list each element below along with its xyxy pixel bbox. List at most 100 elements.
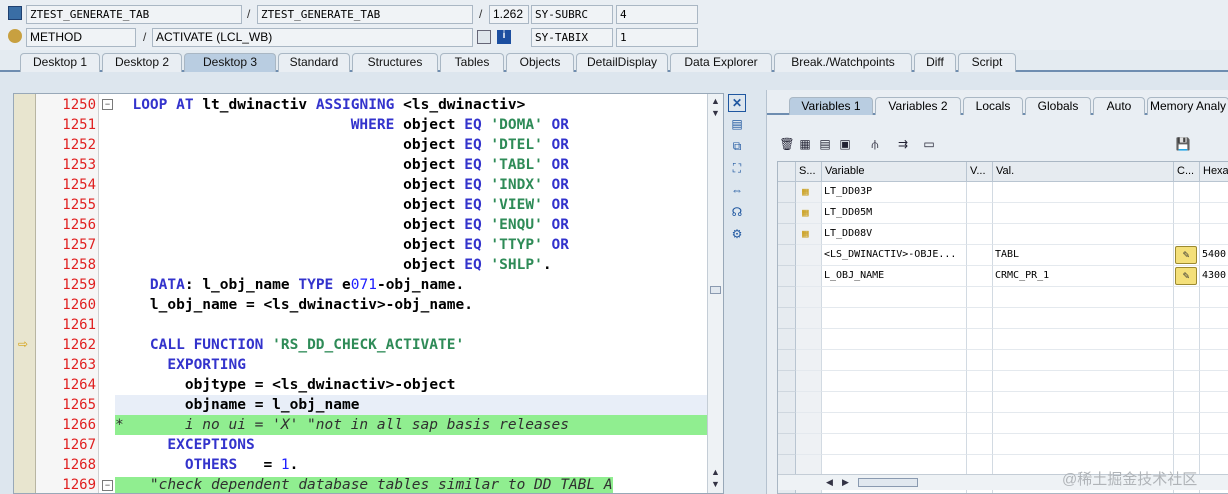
scroll-up-icon[interactable]: ▼ bbox=[711, 108, 720, 118]
code-line[interactable]: object EQ 'TTYP' OR bbox=[115, 235, 707, 255]
save-icon[interactable]: 💾 bbox=[1175, 136, 1191, 152]
grid-cell[interactable] bbox=[1174, 203, 1200, 224]
col-header-v[interactable]: V... bbox=[967, 162, 993, 182]
tab-objects[interactable]: Objects bbox=[506, 53, 574, 72]
grid-cell[interactable] bbox=[967, 266, 993, 287]
tab-auto[interactable]: Auto bbox=[1093, 97, 1145, 115]
col-header-hex[interactable]: Hexa bbox=[1200, 162, 1228, 182]
editor-vertical-scrollbar[interactable]: ▲ ▼ ▲ ▼ bbox=[707, 94, 723, 493]
grid-cell[interactable]: <LS_DWINACTIV>-OBJE... bbox=[822, 245, 967, 266]
grid-cell[interactable] bbox=[967, 245, 993, 266]
code-line[interactable]: objname = l_obj_name bbox=[115, 395, 707, 415]
grid-cell[interactable] bbox=[1200, 224, 1228, 245]
code-line[interactable] bbox=[115, 315, 707, 335]
code-line[interactable]: l_obj_name = <ls_dwinactiv>-obj_name. bbox=[115, 295, 707, 315]
code-line[interactable]: OTHERS = 1. bbox=[115, 455, 707, 475]
code-area[interactable]: LOOP AT lt_dwinactiv ASSIGNING <ls_dwina… bbox=[115, 94, 707, 493]
code-line[interactable]: object EQ 'DTEL' OR bbox=[115, 135, 707, 155]
fold-toggle-icon[interactable]: − bbox=[102, 99, 113, 110]
grid-cell[interactable] bbox=[1200, 182, 1228, 203]
scroll-down-icon[interactable]: ▲ bbox=[711, 467, 720, 477]
grid-cell[interactable] bbox=[1174, 224, 1200, 245]
grid-cell[interactable]: 5400 bbox=[1200, 245, 1228, 266]
grid-cell[interactable]: LT_DD05M bbox=[822, 203, 967, 224]
col-header-variable[interactable]: Variable bbox=[822, 162, 967, 182]
grid-cell[interactable]: ▦ bbox=[796, 203, 822, 224]
scroll-thumb[interactable] bbox=[710, 286, 721, 294]
tab-standard[interactable]: Standard bbox=[278, 53, 350, 72]
sysfield-name-1[interactable]: SY-SUBRC bbox=[531, 5, 613, 24]
delete-icon[interactable]: 🗑 bbox=[779, 136, 795, 152]
scroll-right-icon[interactable]: ▶ bbox=[842, 477, 849, 488]
grid-cell[interactable] bbox=[993, 203, 1174, 224]
grid-cell[interactable]: CRMC_PR_1 bbox=[993, 266, 1174, 287]
code-line[interactable]: LOOP AT lt_dwinactiv ASSIGNING <ls_dwina… bbox=[115, 95, 707, 115]
sysfield-value-1[interactable]: 4 bbox=[616, 5, 698, 24]
source-editor[interactable]: ⇨ 1250 1251 1252 1253 1254 1255 1256 1257 1258 12… bbox=[13, 93, 724, 494]
tab-desktop-1[interactable]: Desktop 1 bbox=[20, 53, 100, 72]
row-selector[interactable] bbox=[778, 434, 796, 455]
grid-cell[interactable] bbox=[967, 182, 993, 203]
row-selector[interactable] bbox=[778, 455, 796, 476]
row-selector[interactable] bbox=[778, 392, 796, 413]
program-field[interactable]: ZTEST_GENERATE_TAB bbox=[26, 5, 242, 24]
list-icon[interactable]: ▤ bbox=[817, 136, 833, 152]
code-line[interactable]: objtype = <ls_dwinactiv>-object bbox=[115, 375, 707, 395]
col-header-change[interactable]: C... bbox=[1174, 162, 1200, 182]
row-selector[interactable] bbox=[778, 224, 796, 245]
scroll-up-icon[interactable]: ▲ bbox=[711, 96, 720, 106]
row-selector[interactable] bbox=[778, 287, 796, 308]
edit-pencil-icon[interactable]: ✎ bbox=[1175, 267, 1197, 285]
insert-icon[interactable]: ▦ bbox=[797, 136, 813, 152]
code-line[interactable]: object EQ 'ENQU' OR bbox=[115, 215, 707, 235]
grid-cell[interactable]: L_OBJ_NAME bbox=[822, 266, 967, 287]
code-line[interactable]: WHERE object EQ 'DOMA' OR bbox=[115, 115, 707, 135]
grid-cell[interactable]: ✎ bbox=[1174, 266, 1200, 287]
code-line[interactable]: EXPORTING bbox=[115, 355, 707, 375]
grid-cell[interactable]: TABL bbox=[993, 245, 1174, 266]
tab-detaildisplay[interactable]: DetailDisplay bbox=[576, 53, 668, 72]
navigate-icon[interactable] bbox=[477, 30, 491, 44]
event-type-field[interactable]: METHOD bbox=[26, 28, 136, 47]
settings-icon[interactable]: ⚙ bbox=[728, 226, 746, 244]
variables-grid[interactable]: S... Variable V... Val. C... Hexa ▦ LT_DD… bbox=[777, 161, 1228, 494]
tab-data-explorer[interactable]: Data Explorer bbox=[670, 53, 772, 72]
grid-cell[interactable] bbox=[796, 266, 822, 287]
hierarchy-icon[interactable]: ⫛ bbox=[867, 136, 883, 152]
row-selector[interactable] bbox=[778, 182, 796, 203]
tab-locals[interactable]: Locals bbox=[963, 97, 1023, 115]
grid-cell[interactable]: LT_DD03P bbox=[822, 182, 967, 203]
row-selector[interactable] bbox=[778, 308, 796, 329]
tab-desktop-3[interactable]: Desktop 3 bbox=[184, 53, 276, 72]
grid-cell[interactable] bbox=[967, 203, 993, 224]
row-selector[interactable] bbox=[778, 371, 796, 392]
save-layout-icon[interactable]: ▣ bbox=[837, 136, 853, 152]
row-selector[interactable] bbox=[778, 245, 796, 266]
fold-toggle-icon[interactable]: − bbox=[102, 480, 113, 491]
maximize-icon[interactable]: ⛶ bbox=[728, 160, 746, 178]
row-selector[interactable] bbox=[778, 266, 796, 287]
scroll-down-icon[interactable]: ▼ bbox=[711, 479, 720, 489]
tab-tables[interactable]: Tables bbox=[440, 53, 504, 72]
code-line[interactable]: * i no ui = 'X' "not in all sap basis re… bbox=[115, 415, 707, 435]
tab-diff[interactable]: Diff bbox=[914, 53, 956, 72]
tab-script[interactable]: Script bbox=[958, 53, 1016, 72]
tab-desktop-2[interactable]: Desktop 2 bbox=[102, 53, 182, 72]
code-line[interactable]: object EQ 'VIEW' OR bbox=[115, 195, 707, 215]
code-line[interactable]: object EQ 'TABL' OR bbox=[115, 155, 707, 175]
sysfield-name-2[interactable]: SY-TABIX bbox=[531, 28, 613, 47]
grid-cell[interactable]: LT_DD08V bbox=[822, 224, 967, 245]
grid-cell[interactable]: 4300 bbox=[1200, 266, 1228, 287]
scroll-thumb[interactable] bbox=[858, 478, 918, 487]
code-line[interactable]: CALL FUNCTION 'RS_DD_CHECK_ACTIVATE' bbox=[115, 335, 707, 355]
tab-structures[interactable]: Structures bbox=[352, 53, 438, 72]
row-selector[interactable] bbox=[778, 203, 796, 224]
grid-cell[interactable] bbox=[993, 182, 1174, 203]
services-icon[interactable]: ☊ bbox=[728, 204, 746, 222]
code-line[interactable]: object EQ 'SHLP'. bbox=[115, 255, 707, 275]
grid-cell[interactable] bbox=[1200, 203, 1228, 224]
sysfield-value-2[interactable]: 1 bbox=[616, 28, 698, 47]
event-field[interactable]: ACTIVATE (LCL_WB) bbox=[152, 28, 473, 47]
scroll-left-icon[interactable]: ◀ bbox=[826, 477, 833, 488]
tab-globals[interactable]: Globals bbox=[1025, 97, 1091, 115]
